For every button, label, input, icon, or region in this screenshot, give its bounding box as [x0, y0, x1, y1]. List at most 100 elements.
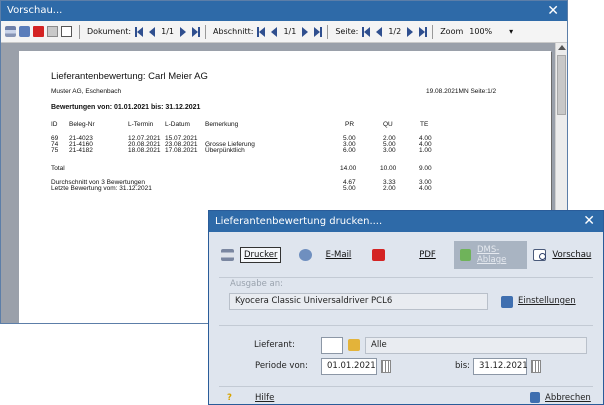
col-header-te: TE	[420, 121, 429, 128]
col-header-id: ID	[51, 121, 58, 128]
printer-icon	[221, 249, 234, 261]
divider	[219, 325, 593, 326]
zoom-dropdown-icon[interactable]: ▾	[509, 27, 513, 36]
section-last-icon[interactable]	[314, 26, 321, 37]
desktop: Vorschau... ✕ Dokument: 1/1 Abschnitt: 1…	[0, 0, 604, 405]
last-label: Letzte Bewertung vom: 31.12.2021	[51, 185, 152, 192]
lieferant-label: Lieferant:	[254, 340, 295, 350]
section-prev-icon[interactable]	[271, 26, 278, 37]
dms-icon	[459, 249, 471, 261]
total-label: Total	[51, 165, 65, 172]
last-pr: 5.00	[343, 185, 356, 192]
toolbar-divider	[327, 24, 329, 39]
divider	[219, 386, 593, 387]
dialog-close-icon[interactable]: ✕	[583, 211, 595, 231]
doc-first-icon[interactable]	[137, 26, 144, 37]
section-next-icon[interactable]	[302, 26, 309, 37]
toolbar-divider	[432, 24, 434, 39]
preview-title: Vorschau...	[7, 5, 63, 16]
report-company: Muster AG, Eschenbach	[51, 88, 122, 95]
lieferant-input[interactable]	[321, 337, 343, 354]
dokument-label: Dokument:	[87, 27, 132, 36]
pdf-label: PDF	[419, 250, 436, 260]
doc-next-icon[interactable]	[180, 26, 187, 37]
scroll-thumb[interactable]	[557, 55, 566, 115]
total-qu: 10.00	[380, 165, 397, 172]
preview-toolbar: Dokument: 1/1 Abschnitt: 1/1 Seite: 1/2 …	[1, 21, 567, 43]
abschnitt-page: 1/1	[283, 27, 297, 36]
drucker-label: Drucker	[240, 247, 282, 263]
page-first-icon[interactable]	[364, 26, 371, 37]
seite-label: Seite:	[335, 27, 359, 36]
pdf-icon	[372, 249, 386, 261]
drucker-button[interactable]: Drucker	[215, 241, 293, 269]
report-title: Lieferantenbewertung: Carl Meier AG	[51, 71, 208, 82]
periode-von-label: Periode von:	[255, 361, 308, 371]
preview-close-icon[interactable]: ✕	[547, 1, 559, 21]
folder-search-icon[interactable]	[348, 339, 360, 351]
bis-label: bis:	[455, 361, 471, 371]
print-setup-icon[interactable]	[19, 26, 30, 37]
output-toolbar: Drucker E-Mail PDF DMS-Ablage Vorschau	[215, 238, 599, 272]
scroll-up-icon[interactable]	[558, 45, 566, 50]
dokument-page: 1/1	[161, 27, 175, 36]
total-pr: 14.00	[340, 165, 357, 172]
hilfe-button[interactable]: Hilfe	[255, 393, 274, 403]
dialog-titlebar: Lieferantenbewertung drucken.... ✕	[209, 211, 603, 232]
calendar-icon[interactable]	[381, 360, 391, 373]
col-header-ltermin: L-Termin	[128, 121, 154, 128]
page-prev-icon[interactable]	[376, 26, 383, 37]
zoom-value[interactable]: 100%	[469, 27, 492, 36]
last-qu: 2.00	[383, 185, 396, 192]
toolbar-divider	[205, 24, 207, 39]
preview-titlebar: Vorschau... ✕	[1, 1, 567, 21]
export-icon[interactable]	[47, 26, 58, 37]
col-header-ldatum: L-Datum	[165, 121, 190, 128]
doc-prev-icon[interactable]	[149, 26, 156, 37]
email-button[interactable]: E-Mail	[293, 241, 367, 269]
vorschau-label: Vorschau	[552, 250, 592, 260]
cell: 75	[51, 147, 59, 154]
section-first-icon[interactable]	[259, 26, 266, 37]
cell: Überpünktlich	[205, 147, 245, 154]
print-dialog: Lieferantenbewertung drucken.... ✕ Druck…	[208, 210, 604, 405]
report-date-page: 19.08.2021MN Seite:1/2	[426, 88, 497, 95]
zoom-label: Zoom	[440, 27, 464, 36]
ausgabe-label: Ausgabe an:	[230, 279, 284, 289]
abbrechen-button[interactable]: Abbrechen	[545, 393, 591, 403]
total-te: 9.00	[419, 165, 432, 172]
vorschau-button[interactable]: Vorschau	[527, 241, 599, 269]
col-header-pr: PR	[345, 121, 355, 128]
einstellungen-button[interactable]: Einstellungen	[518, 296, 576, 306]
abschnitt-label: Abschnitt:	[213, 27, 254, 36]
calendar-icon[interactable]	[531, 360, 541, 373]
col-header-beleg: Beleg-Nr	[69, 121, 95, 128]
dms-label: DMS-Ablage	[476, 245, 507, 265]
toolbar-divider	[79, 24, 80, 39]
page-icon[interactable]	[61, 26, 72, 37]
col-header-qu: QU	[383, 121, 393, 128]
periode-bis-input[interactable]: 31.12.2021	[473, 358, 528, 375]
cell: 1.00	[419, 147, 432, 154]
email-label: E-Mail	[325, 250, 352, 260]
divider	[219, 277, 593, 278]
last-te: 4.00	[419, 185, 432, 192]
email-icon	[298, 249, 312, 261]
periode-von-input[interactable]: 01.01.2021	[321, 358, 377, 375]
seite-page: 1/2	[388, 27, 402, 36]
print-icon[interactable]	[5, 26, 16, 37]
dms-ablage-button[interactable]: DMS-Ablage	[453, 241, 528, 269]
door-exit-icon	[530, 392, 540, 403]
settings-icon	[501, 296, 513, 308]
page-last-icon[interactable]	[419, 26, 426, 37]
pdf-icon[interactable]	[33, 26, 44, 37]
page-next-icon[interactable]	[407, 26, 414, 37]
doc-last-icon[interactable]	[192, 26, 199, 37]
preview-icon	[533, 249, 547, 261]
pdf-button[interactable]: PDF	[366, 241, 454, 269]
cell: 21-4182	[69, 147, 93, 154]
dialog-title: Lieferantenbewertung drucken....	[215, 216, 383, 227]
report-range: Bewertungen von: 01.01.2021 bis: 31.12.2…	[51, 104, 201, 111]
printer-name-field: Kyocera Classic Universaldriver PCL6	[229, 293, 488, 310]
cell: 6.00	[343, 147, 356, 154]
